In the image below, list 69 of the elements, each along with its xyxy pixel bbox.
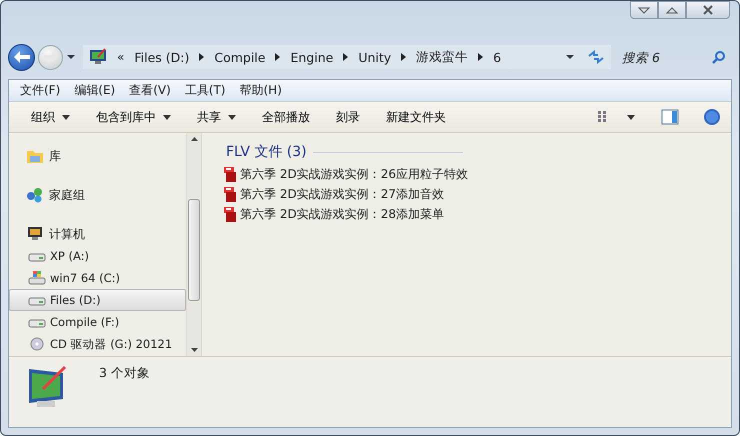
toolbar-button[interactable]: 刻录 [330, 106, 366, 128]
breadcrumb[interactable]: 6 [493, 50, 502, 64]
sidebar-item[interactable]: CD 驱动器 (G:) 20121 [9, 333, 186, 355]
arrow-up-icon[interactable] [190, 137, 198, 141]
arrow-down-icon[interactable] [190, 348, 198, 352]
file-item[interactable]: 第六季 2D实战游戏实例：26应用粒子特效 [223, 164, 707, 184]
video-file-icon [223, 166, 237, 182]
network-icon [26, 187, 44, 203]
help-icon[interactable] [703, 108, 721, 126]
menu-item[interactable]: 帮助(H) [240, 82, 282, 99]
toolbar-button[interactable]: 新建文件夹 [380, 106, 452, 128]
menu-item[interactable]: 文件(F) [20, 82, 60, 99]
caret-icon [228, 114, 236, 120]
maximize-icon [665, 5, 679, 15]
overflow-chevron[interactable]: « [117, 50, 124, 64]
maximize-button[interactable] [658, 1, 686, 19]
toolbar-button[interactable]: 组织 [25, 106, 76, 128]
sidebar-item[interactable]: 库 [9, 145, 186, 167]
close-button[interactable] [686, 1, 730, 19]
sidebar-item[interactable]: Files (D:) [9, 289, 186, 311]
sidebar-item[interactable]: 家庭组 [9, 184, 186, 206]
menu-item[interactable]: 工具(T) [184, 82, 226, 99]
folder-icon [26, 148, 44, 164]
drive-icon [28, 271, 46, 285]
arrow-left-icon [12, 50, 30, 64]
menu-item[interactable]: 编辑(E) [74, 82, 116, 99]
scrollbar[interactable] [186, 133, 201, 356]
monitor-icon [89, 48, 107, 66]
breadcrumb[interactable]: Engine [290, 50, 334, 64]
video-file-icon [223, 206, 237, 222]
caret-icon[interactable] [627, 114, 635, 120]
minimize-icon [637, 5, 651, 15]
back-button[interactable] [8, 44, 35, 70]
sidebar-item[interactable]: Compile (F:) [9, 311, 186, 333]
computer-icon [26, 226, 44, 242]
chevron-right-icon[interactable] [343, 53, 348, 61]
caret-icon[interactable] [565, 54, 575, 60]
refresh-icon[interactable] [587, 50, 605, 64]
breadcrumb[interactable]: Files (D:) [134, 50, 190, 64]
caret-icon [62, 114, 70, 120]
scroll-thumb[interactable] [188, 199, 200, 301]
chevron-right-icon[interactable] [199, 53, 204, 61]
breadcrumb[interactable]: 游戏蛮牛 [416, 48, 468, 66]
caret-icon[interactable] [66, 54, 76, 60]
menu-item[interactable]: 查看(V) [129, 82, 171, 99]
breadcrumb[interactable]: Unity [358, 50, 392, 64]
caret-icon [163, 114, 171, 120]
preview-pane-icon[interactable] [661, 109, 679, 125]
chevron-right-icon[interactable] [401, 53, 406, 61]
close-icon [701, 5, 715, 15]
sidebar-item[interactable]: win7 64 (C:) [9, 267, 186, 289]
breadcrumb[interactable]: Compile [214, 50, 266, 64]
sidebar-item[interactable]: XP (A:) [9, 245, 186, 267]
chevron-right-icon[interactable] [275, 53, 280, 61]
search-field[interactable]: 搜索 6 [620, 48, 712, 66]
search-icon[interactable] [712, 50, 726, 64]
disc-icon [28, 337, 46, 351]
file-item[interactable]: 第六季 2D实战游戏实例：27添加音效 [223, 184, 707, 204]
address-bar[interactable]: « Files (D:) Compile Engine Unity 游戏蛮牛 6 [83, 45, 611, 69]
group-header: FLV 文件 (3) [226, 143, 307, 161]
toolbar-button[interactable]: 全部播放 [256, 106, 316, 128]
file-item[interactable]: 第六季 2D实战游戏实例：28添加菜单 [223, 204, 707, 224]
item-count: 3 个对象 [99, 365, 150, 382]
toolbar-button[interactable]: 包含到库中 [90, 106, 177, 128]
toolbar-button[interactable]: 共享 [191, 106, 242, 128]
sidebar-item[interactable]: 计算机 [9, 223, 186, 245]
minimize-button[interactable] [630, 1, 658, 19]
chevron-right-icon[interactable] [478, 53, 484, 61]
video-file-icon [223, 186, 237, 202]
